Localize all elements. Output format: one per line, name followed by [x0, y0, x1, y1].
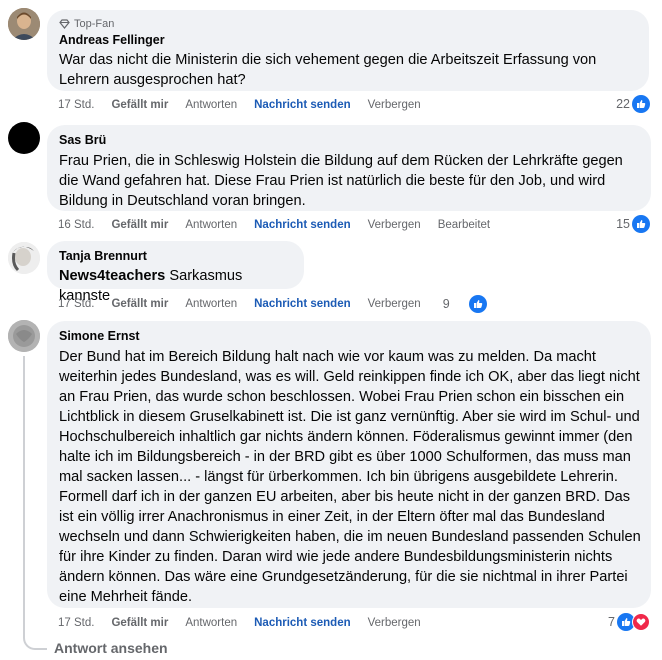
hide-button[interactable]: Verbergen [368, 219, 421, 231]
like-icon [632, 95, 650, 113]
reaction-summary[interactable]: 22 [616, 95, 650, 113]
thread-curve [23, 632, 47, 650]
reply-button[interactable]: Antworten [185, 617, 237, 629]
send-message-button[interactable]: Nachricht senden [254, 99, 351, 111]
timestamp[interactable]: 16 Std. [58, 219, 94, 231]
heart-icon [632, 613, 650, 631]
thread-line [23, 356, 25, 634]
comment-bubble: Simone Ernst Der Bund hat im Bereich Bil… [47, 321, 651, 608]
reaction-count: 9 [442, 297, 450, 311]
comment-bubble: Tanja Brennurt News4teachers Sarkasmus k… [47, 241, 304, 304]
comment-bubble: Top-Fan Andreas Fellinger War das nicht … [47, 10, 649, 91]
reaction-count: 7 [608, 615, 615, 629]
edited-label[interactable]: Bearbeitet [438, 219, 490, 231]
badge-label: Top-Fan [74, 18, 115, 30]
reaction-summary[interactable]: 15 [616, 215, 650, 233]
like-button[interactable]: Gefällt mir [111, 219, 168, 231]
comment-actions: 17 Std. Gefällt mir Antworten Nachricht … [58, 615, 438, 631]
avatar[interactable] [8, 8, 40, 40]
hide-button[interactable]: Verbergen [368, 298, 421, 310]
reaction-count: 22 [616, 97, 630, 111]
reaction-summary[interactable]: 9 [443, 295, 504, 313]
like-button[interactable]: Gefällt mir [111, 99, 168, 111]
reply-button[interactable]: Antworten [185, 298, 237, 310]
author-name[interactable]: Simone Ernst [59, 328, 641, 344]
comment-text: Der Bund hat im Bereich Bildung halt nac… [59, 349, 641, 605]
comment-text: War das nicht die Ministerin die sich ve… [59, 52, 597, 88]
like-button[interactable]: Gefällt mir [111, 617, 168, 629]
hide-button[interactable]: Verbergen [368, 99, 421, 111]
timestamp[interactable]: 17 Std. [58, 298, 94, 310]
send-message-button[interactable]: Nachricht senden [254, 298, 351, 310]
like-button[interactable]: Gefällt mir [111, 298, 168, 310]
reply-button[interactable]: Antworten [185, 219, 237, 231]
reply-button[interactable]: Antworten [185, 99, 237, 111]
avatar[interactable] [8, 320, 40, 352]
like-icon [468, 295, 487, 313]
avatar[interactable] [8, 242, 40, 274]
author-name[interactable]: Andreas Fellinger [59, 32, 637, 48]
diamond-icon [59, 19, 70, 29]
author-name[interactable]: Tanja Brennurt [59, 248, 292, 264]
comment-bubble: Sas Brü Frau Prien, die in Schleswig Hol… [47, 125, 651, 211]
comment-actions: 16 Std. Gefällt mir Antworten Nachricht … [58, 217, 507, 233]
reaction-summary[interactable]: 7 [608, 613, 650, 631]
timestamp[interactable]: 17 Std. [58, 99, 94, 111]
comment-actions: 17 Std. Gefällt mir Antworten Nachricht … [58, 295, 521, 313]
timestamp[interactable]: 17 Std. [58, 617, 94, 629]
avatar[interactable] [8, 122, 40, 154]
view-replies-link[interactable]: Antwort ansehen [54, 640, 168, 656]
top-fan-badge[interactable]: Top-Fan [59, 17, 637, 31]
mention-link[interactable]: News4teachers [59, 268, 165, 284]
like-icon [632, 215, 650, 233]
comment-text: Frau Prien, die in Schleswig Holstein di… [59, 153, 623, 209]
reaction-count: 15 [616, 217, 630, 231]
author-name[interactable]: Sas Brü [59, 132, 639, 148]
hide-button[interactable]: Verbergen [368, 617, 421, 629]
comment-actions: 17 Std. Gefällt mir Antworten Nachricht … [58, 97, 438, 113]
send-message-button[interactable]: Nachricht senden [254, 617, 351, 629]
send-message-button[interactable]: Nachricht senden [254, 219, 351, 231]
